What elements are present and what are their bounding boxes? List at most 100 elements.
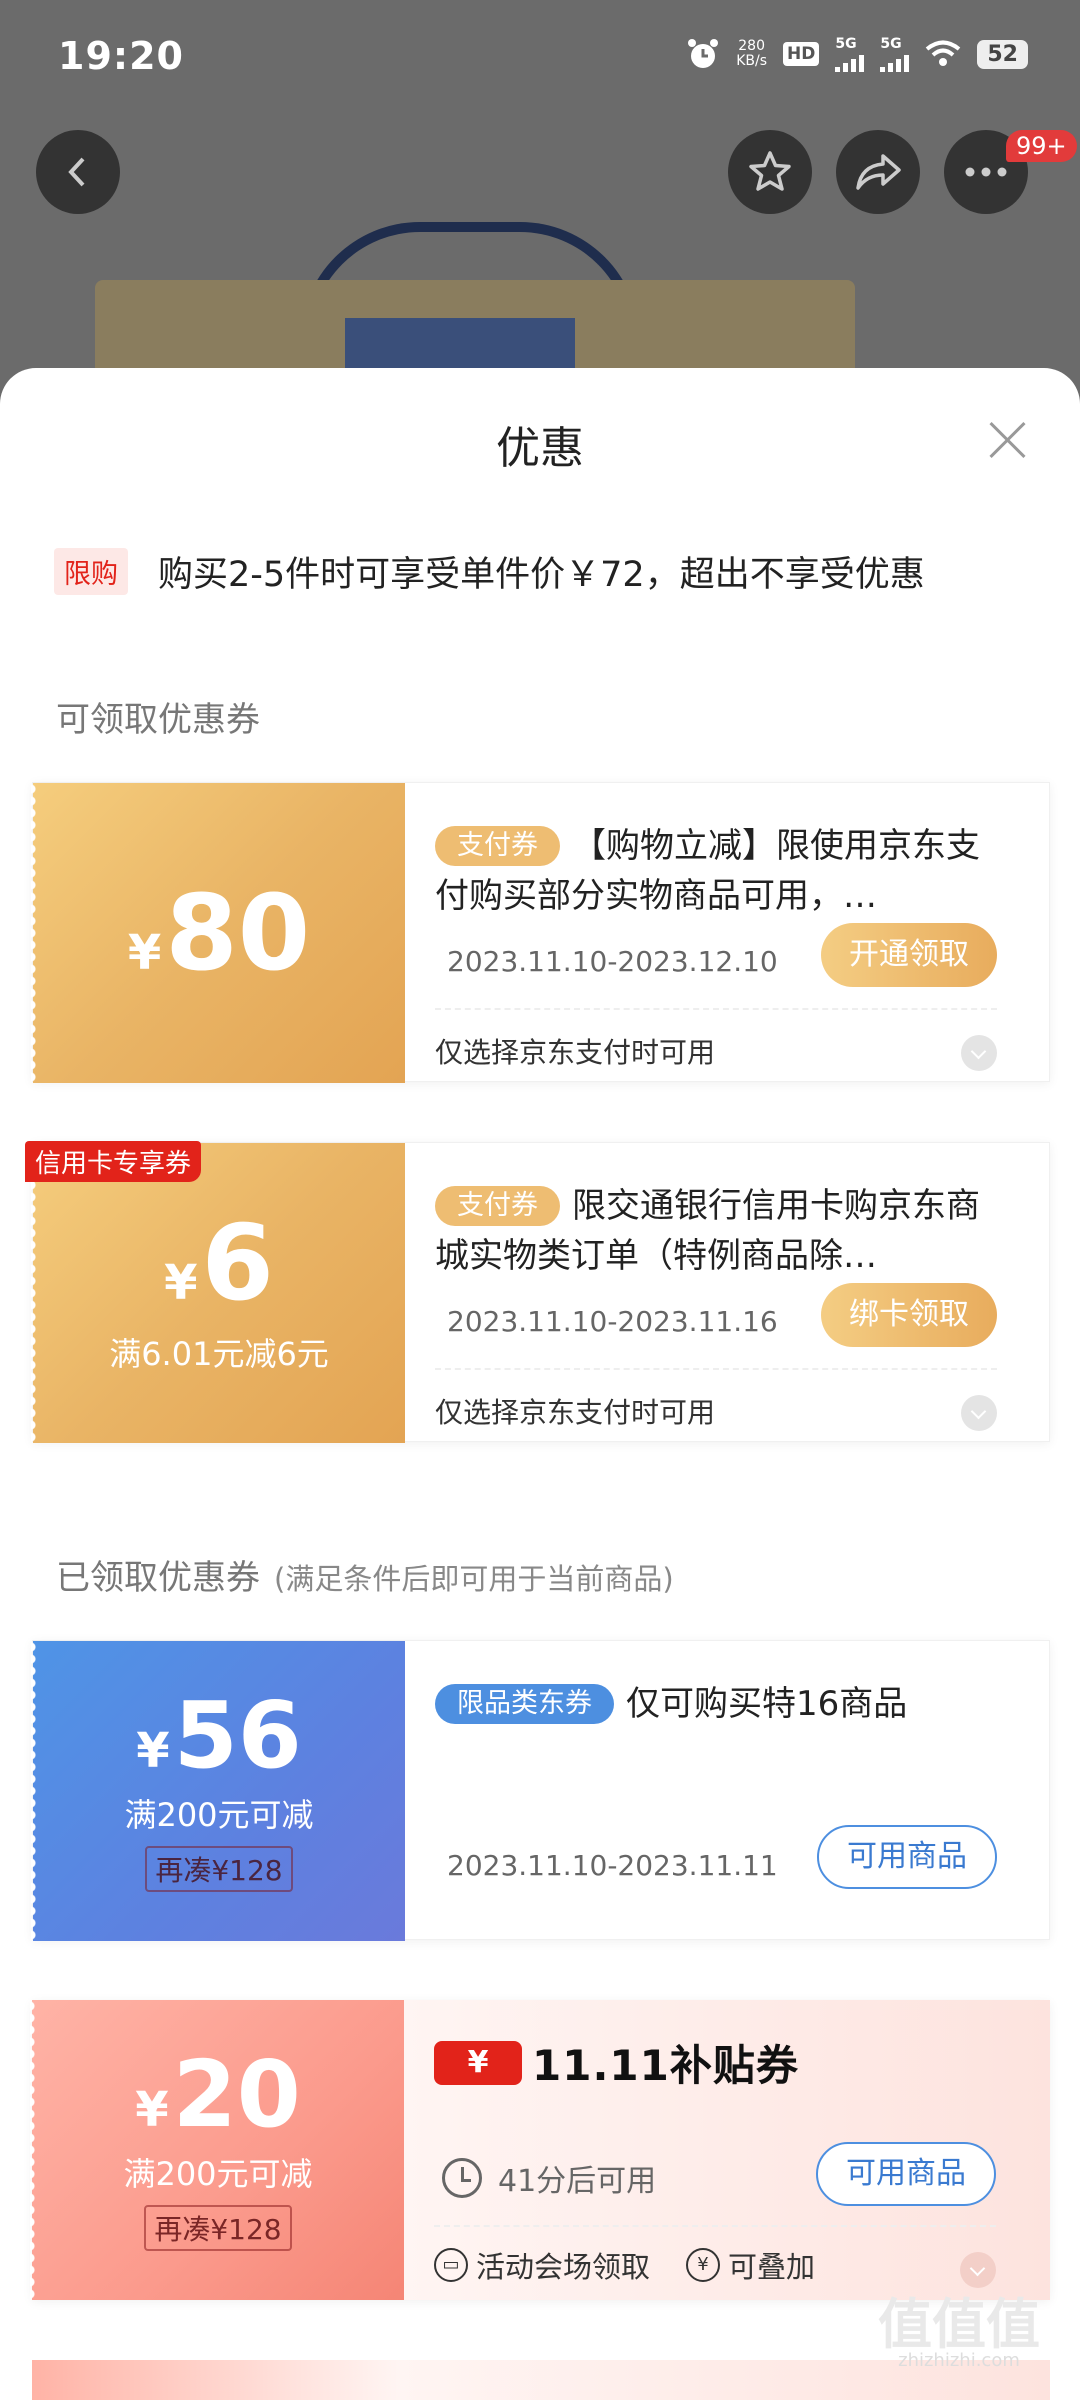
amount-value: 20 [172, 2041, 301, 2148]
net-speed: 280 KB/s [736, 39, 767, 69]
signal-1-label: 5G [835, 36, 857, 52]
currency-symbol: ¥ [136, 1723, 170, 1779]
status-bar: 19:20 280 KB/s HD 5G 5G 52 [0, 0, 1080, 115]
status-time: 19:20 [58, 34, 184, 78]
chevron-down-icon[interactable] [960, 2252, 996, 2288]
signal-bars-icon [835, 52, 865, 72]
discount-sheet: 优惠 限购 购买2-5件时可享受单件价￥72，超出不享受优惠 可领取优惠券 ¥ … [0, 368, 1080, 2400]
back-button[interactable] [36, 130, 120, 214]
coupon-amount: ¥ 80 [128, 881, 310, 985]
close-icon[interactable] [988, 420, 1028, 460]
share-icon [856, 154, 901, 190]
limit-tag: 限购 [54, 548, 128, 595]
watermark-url: zhizhizhi.com [898, 2350, 1020, 2371]
credit-card-exclusive-tag: 信用卡专享券 [25, 1141, 202, 1182]
coupon-card: 信用卡专享券 ¥ 6 满6.01元减6元 支付券 限交通银行信用卡购京东商城实物类… [25, 1141, 1050, 1443]
coupon-details: 支付券 【购物立减】限使用京东支付购买部分实物商品可用，… 2023.11.10-… [435, 783, 1025, 1083]
coupon-title: 支付券 限交通银行信用卡购京东商城实物类订单（特例商品除… [435, 1181, 1005, 1281]
divider [434, 2225, 996, 2227]
timer-text: 41分后可用 [498, 2164, 657, 2199]
bind-card-claim-button[interactable]: 绑卡领取 [821, 1283, 997, 1347]
coupon-condition: 满6.01元减6元 [109, 1335, 329, 1373]
amount-value: 80 [165, 872, 311, 994]
currency-symbol: ¥ [164, 1255, 198, 1311]
battery-indicator: 52 [977, 39, 1028, 69]
logo-text: 11.11补贴券 [532, 2041, 799, 2090]
coupon-details: 限品类东券 仅可购买特16商品 2023.11.10-2023.11.11 可用商… [435, 1641, 1025, 1941]
wifi-icon [926, 40, 961, 66]
available-coupons-heading: 可领取优惠券 [56, 700, 260, 740]
claimed-coupons-title: 已领取优惠券 [56, 1558, 260, 1598]
net-speed-unit: KB/s [736, 53, 768, 69]
coupon-type-tag: 支付券 [435, 826, 560, 866]
ticket-icon: ▭ [434, 2248, 468, 2282]
alarm-icon [688, 39, 719, 68]
clock-icon [442, 2158, 482, 2198]
coin-icon: ¥ [686, 2248, 721, 2282]
signal-1: 5G [835, 36, 865, 72]
coupon-value-panel: ¥ 80 [31, 783, 405, 1083]
claimed-coupons-heading: 已领取优惠券 (满足条件后即可用于当前商品) [56, 1550, 674, 1599]
star-icon [749, 151, 791, 191]
signal-bars-icon [880, 52, 910, 72]
coupon-features: ▭ 活动会场领取 ¥ 可叠加 [434, 2244, 815, 2286]
coupon-amount: ¥ 56 [136, 1690, 301, 1782]
coupon-validity: 2023.11.10-2023.11.11 [447, 1849, 778, 1882]
coupon-value-panel: ¥ 6 满6.01元减6元 [31, 1143, 405, 1443]
more-dots-icon [965, 167, 1007, 177]
coupon-note: 仅选择京东支付时可用 [435, 1036, 716, 1069]
coupon-validity: 2023.11.10-2023.11.16 [447, 1305, 778, 1338]
feature-venue: ▭ 活动会场领取 [434, 2244, 650, 2286]
coupon-details: 支付券 限交通银行信用卡购京东商城实物类订单（特例商品除… 2023.11.10-… [435, 1143, 1025, 1443]
amount-value: 56 [173, 1682, 302, 1789]
purchase-limit-row: 限购 购买2-5件时可享受单件价￥72，超出不享受优惠 [54, 546, 925, 597]
available-products-button[interactable]: 可用商品 [816, 2142, 996, 2206]
coupon-note: 仅选择京东支付时可用 [435, 1396, 716, 1429]
coupon-card: ¥ 80 支付券 【购物立减】限使用京东支付购买部分实物商品可用，… 2023.1… [31, 782, 1050, 1083]
feature-stackable: ¥ 可叠加 [686, 2244, 815, 2286]
chevron-left-icon [68, 157, 85, 187]
signal-2-label: 5G [880, 36, 902, 52]
hd-badge: HD [783, 42, 820, 66]
divider [435, 1008, 997, 1010]
net-speed-value: 280 [738, 38, 765, 54]
sheet-title: 优惠 [496, 423, 584, 474]
coupon-card: ¥ 56 满200元可减 再凑¥128 限品类东券 仅可购买特16商品 2023.… [31, 1640, 1050, 1941]
coupon-condition: 满200元可减 [123, 2155, 313, 2193]
coupon-condition: 满200元可减 [124, 1796, 314, 1834]
feature-venue-label: 活动会场领取 [476, 2250, 651, 2284]
currency-symbol: ¥ [135, 2082, 169, 2138]
signal-2: 5G [880, 36, 910, 72]
coupon-type-tag: 限品类东券 [435, 1684, 614, 1724]
add-more-hint: 再凑¥128 [144, 2205, 292, 2251]
coupon-type-tag: 支付券 [435, 1186, 560, 1226]
coupon-title: 限品类东券 仅可购买特16商品 [435, 1679, 1005, 1729]
activate-claim-button[interactable]: 开通领取 [821, 923, 997, 987]
coupon-amount: ¥ 6 [164, 1211, 274, 1315]
favorite-button[interactable] [728, 130, 812, 214]
available-products-button[interactable]: 可用商品 [817, 1825, 997, 1889]
chevron-down-icon[interactable] [961, 1035, 997, 1071]
claimed-coupons-subtitle: (满足条件后即可用于当前商品) [274, 1562, 674, 1596]
amount-value: 6 [201, 1202, 274, 1324]
coupon-amount: ¥ 20 [135, 2049, 300, 2141]
divider [435, 1368, 997, 1370]
double11-subsidy-logo: ¥ 11.11补贴券 [434, 2032, 799, 2093]
coupon-title-text: 仅可购买特16商品 [626, 1684, 908, 1724]
coupon-value-panel: ¥ 56 满200元可减 再凑¥128 [31, 1641, 405, 1941]
status-icons: 280 KB/s HD 5G 5G 52 [686, 36, 1028, 72]
watermark-text: 值值值 [878, 2293, 1040, 2356]
limit-text: 购买2-5件时可享受单件价￥72，超出不享受优惠 [158, 555, 925, 595]
currency-symbol: ¥ [127, 925, 162, 981]
coupon-timer: 41分后可用 [442, 2156, 656, 2200]
coupon-value-panel: ¥ 20 满200元可减 再凑¥128 [30, 2000, 404, 2300]
add-more-hint: 再凑¥128 [145, 1846, 293, 1892]
coupon-card: ¥ 20 满200元可减 再凑¥128 ¥ 11.11补贴券 41分后可用 可用… [30, 2000, 1050, 2300]
share-button[interactable] [836, 130, 920, 214]
feature-stackable-label: 可叠加 [728, 2250, 816, 2284]
coupon-title: 支付券 【购物立减】限使用京东支付购买部分实物商品可用，… [435, 821, 1005, 921]
notification-badge: 99+ [1006, 130, 1077, 162]
chevron-down-icon[interactable] [961, 1395, 997, 1431]
watermark: 值值值 zhizhizhi.com [878, 2298, 1040, 2370]
logo-yen-box: ¥ [434, 2040, 522, 2085]
